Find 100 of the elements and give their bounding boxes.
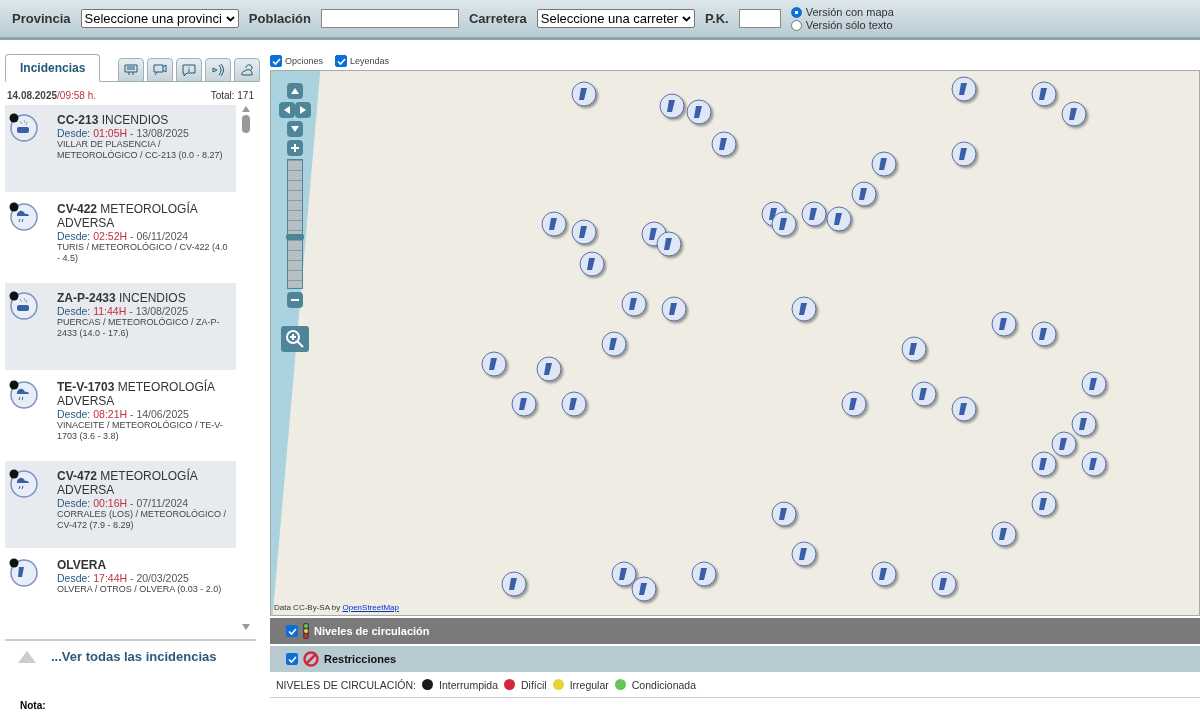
incident-marker[interactable] [571,219,597,245]
checkbox[interactable] [286,653,298,665]
dropdown[interactable]: Seleccione una carreter [536,9,696,28]
incident-marker[interactable] [871,151,897,177]
incident-marker[interactable] [1031,81,1057,107]
map-tile[interactable]: Data CC-By-SA by OpenStreetMap [270,70,1200,616]
incident-marker[interactable] [871,561,897,587]
input-field[interactable] [738,9,781,28]
icon-tab[interactable] [176,58,203,82]
incident-detail: VILLAR DE PLASENCIA / METEOROLÓGICO / CC-213 (0.0 - 8.27) [57,139,224,161]
incident-marker[interactable] [541,211,567,237]
incident-marker[interactable] [659,93,685,119]
incident-marker[interactable] [991,521,1017,547]
input-field[interactable] [320,9,459,28]
zoom-box-button[interactable] [281,326,309,352]
incident-item[interactable]: CC-213 INCENDIOS Desde: 01:05H - 13/08/2025 VILLAR DE PLASENCIA / METEOROLÓGICO / CC-213 (0.0 - 8.27) [5,105,236,192]
checkbox[interactable] [270,55,282,67]
zoom-in-icon [285,329,305,349]
zoom-slider[interactable] [287,159,303,289]
checkbox[interactable] [335,55,348,67]
incident-marker[interactable] [1051,431,1077,457]
incident-marker[interactable] [801,201,827,227]
incident-title: CV-472 METEOROLOGÍA ADVERSA [57,469,199,497]
incident-time: Desde: 17:44H - 20/03/2025 [57,572,190,584]
incident-marker[interactable] [1031,451,1057,477]
incident-marker[interactable] [1081,371,1107,397]
dropdown[interactable]: Seleccione una provinci [80,9,239,28]
incident-marker[interactable] [601,331,627,357]
incident-marker[interactable] [826,206,852,232]
incident-marker[interactable] [1031,491,1057,517]
incident-marker[interactable] [791,541,817,567]
scroll-up-icon[interactable] [241,105,251,113]
icon-tab[interactable] [234,58,261,82]
zoom-slider-handle[interactable] [286,234,304,241]
no-entry-icon [303,651,319,667]
incident-marker[interactable] [711,131,737,157]
incident-marker[interactable] [579,251,605,277]
openstreetmap-link[interactable]: OpenStreetMap [342,603,399,612]
legend-label: Condicionada [631,678,696,691]
incident-marker[interactable] [911,381,937,407]
incident-marker[interactable] [771,501,797,527]
legend-label: Interrumpida [439,678,498,691]
incident-item[interactable]: ZA-P-2433 INCENDIOS Desde: 11:44H - 13/08/2025 PUERCAS / METEOROLÓGICO / ZA-P-2433 (14.0 - 17.6) [5,283,236,370]
incident-marker[interactable] [771,211,797,237]
incident-marker[interactable] [511,391,537,417]
date-text: 14.08.2025 [7,90,58,101]
incident-marker[interactable] [851,181,877,207]
incident-marker[interactable] [611,561,637,587]
chevron-down-icon [225,15,235,22]
checkmark-icon [336,56,346,66]
incident-marker[interactable] [791,296,817,322]
checkbox[interactable] [286,625,298,637]
incident-time: Desde: 08:21H - 14/06/2025 [57,408,190,420]
icon-tab[interactable] [118,58,145,82]
incident-marker[interactable] [901,336,927,362]
incident-marker[interactable] [631,576,657,602]
info-icon [181,62,198,78]
pan-up-button[interactable] [287,83,303,99]
pan-right-button[interactable] [295,102,311,118]
incident-marker[interactable] [686,99,712,125]
zoom-in-button[interactable] [287,140,303,156]
incident-marker[interactable] [691,561,717,587]
zoom-out-button[interactable] [287,292,303,308]
incident-title: CV-422 METEOROLOGÍA ADVERSA [57,202,199,230]
incident-marker[interactable] [1061,101,1087,127]
pan-down-button[interactable] [287,121,303,137]
view-all-link[interactable]: ...Ver todas las incidencias [51,649,217,664]
incident-marker[interactable] [571,81,597,107]
incident-item[interactable]: CV-472 METEOROLOGÍA ADVERSA Desde: 00:16H - 07/11/2024 CORRALES (LOS) / METEOROLÓGICO / CV-472 (7.9 - 8.29) [5,461,236,548]
incident-time: Desde: 00:16H - 07/11/2024 [57,497,190,509]
incident-marker[interactable] [1071,411,1097,437]
incident-marker[interactable] [841,391,867,417]
incident-marker[interactable] [661,296,687,322]
incident-marker[interactable] [481,351,507,377]
incident-marker[interactable] [951,76,977,102]
scroll-down-icon[interactable] [241,623,251,631]
field-label: P.K. [705,11,729,26]
scrollbar-thumb[interactable] [242,115,250,133]
incident-marker[interactable] [536,356,562,382]
incident-marker[interactable] [656,231,682,257]
icon-tab[interactable] [205,58,232,82]
incident-marker[interactable] [991,311,1017,337]
field-label: Provincia [12,11,71,26]
incident-marker[interactable] [1081,451,1107,477]
incident-marker[interactable] [931,571,957,597]
incident-marker[interactable] [951,396,977,422]
incident-marker[interactable] [561,391,587,417]
incident-marker[interactable] [621,291,647,317]
icon-tab[interactable] [147,58,174,82]
layer-bar[interactable]: Niveles de circulación [270,618,1200,644]
tab[interactable]: Incidencias [5,54,101,82]
radio-button[interactable] [790,19,802,31]
radio-button[interactable] [790,6,802,18]
pan-up-icon [290,86,300,96]
note-label: Nota: [20,700,47,711]
layer-bar[interactable]: Restricciones [270,646,1200,672]
incident-marker[interactable] [951,141,977,167]
incident-marker[interactable] [1031,321,1057,347]
incident-marker[interactable] [501,571,527,597]
pan-left-button[interactable] [279,102,295,118]
